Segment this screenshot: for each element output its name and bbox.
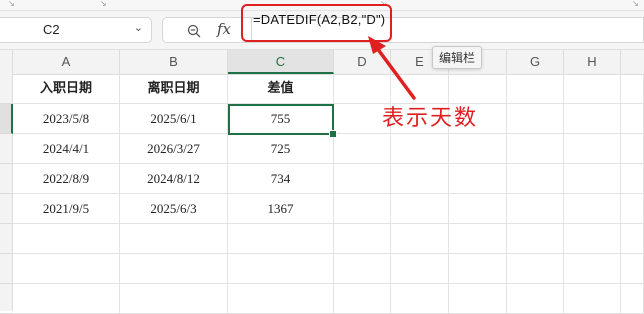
- empty-cell[interactable]: [564, 254, 621, 284]
- ribbon-expand-icon[interactable]: ↘: [632, 0, 639, 8]
- empty-cell[interactable]: [391, 224, 449, 254]
- row-header[interactable]: [0, 224, 13, 254]
- empty-cell[interactable]: [391, 194, 449, 224]
- empty-cell[interactable]: [564, 194, 621, 224]
- row-header[interactable]: [0, 74, 13, 104]
- row-header[interactable]: [0, 254, 13, 284]
- formula-tools: fx: [162, 17, 252, 43]
- column-header-g[interactable]: G: [507, 50, 564, 74]
- fill-handle[interactable]: [329, 130, 337, 138]
- table-cell[interactable]: 2022/8/9: [13, 164, 120, 194]
- empty-cell[interactable]: [449, 254, 507, 284]
- table-cell[interactable]: 2026/3/27: [120, 134, 228, 164]
- empty-cell[interactable]: [228, 284, 334, 314]
- empty-cell[interactable]: [391, 254, 449, 284]
- empty-cell[interactable]: [13, 284, 120, 314]
- empty-cell[interactable]: [449, 194, 507, 224]
- chevron-down-icon[interactable]: ⌄: [134, 21, 143, 34]
- cell-header[interactable]: 差值: [228, 74, 334, 104]
- table-cell[interactable]: 755: [228, 104, 334, 134]
- table-cell[interactable]: 2025/6/3: [120, 194, 228, 224]
- empty-cell[interactable]: [391, 134, 449, 164]
- cell-header[interactable]: 入职日期: [13, 74, 120, 104]
- empty-cell[interactable]: [564, 224, 621, 254]
- formula-bar-tooltip: 编辑栏: [432, 46, 483, 69]
- row-header[interactable]: [0, 134, 13, 164]
- empty-cell[interactable]: [507, 194, 564, 224]
- empty-cell[interactable]: [507, 104, 564, 134]
- empty-cell[interactable]: [13, 224, 120, 254]
- empty-cell[interactable]: [507, 164, 564, 194]
- row-header-column: [0, 74, 13, 314]
- empty-cell[interactable]: [564, 164, 621, 194]
- empty-cell[interactable]: [507, 134, 564, 164]
- empty-cell[interactable]: [13, 254, 120, 284]
- empty-cell[interactable]: [334, 164, 391, 194]
- empty-cell[interactable]: [449, 134, 507, 164]
- table-cell[interactable]: 1367: [228, 194, 334, 224]
- empty-cell[interactable]: [564, 284, 621, 314]
- empty-cell[interactable]: [621, 104, 644, 134]
- row-header[interactable]: [0, 284, 13, 314]
- empty-cell[interactable]: [391, 164, 449, 194]
- column-header-row: A B C D E F G H: [0, 50, 644, 75]
- column-header-a[interactable]: A: [13, 50, 120, 74]
- name-box[interactable]: C2 ⌄: [0, 17, 152, 43]
- empty-cell[interactable]: [564, 104, 621, 134]
- row-header[interactable]: [0, 104, 13, 134]
- annotation-arrow-icon: [368, 36, 416, 100]
- empty-cell[interactable]: [334, 194, 391, 224]
- empty-cell[interactable]: [334, 254, 391, 284]
- cell-header[interactable]: 离职日期: [120, 74, 228, 104]
- empty-cell[interactable]: [621, 164, 644, 194]
- column-header-b[interactable]: B: [120, 50, 228, 74]
- empty-cell[interactable]: [120, 224, 228, 254]
- empty-cell[interactable]: [120, 254, 228, 284]
- annotation-label: 表示天数: [382, 106, 479, 131]
- empty-cell[interactable]: [334, 284, 391, 314]
- row-header[interactable]: [0, 164, 13, 194]
- empty-cell[interactable]: [507, 254, 564, 284]
- ribbon-expand-icon[interactable]: ↘: [100, 0, 107, 8]
- table-cell[interactable]: 2021/9/5: [13, 194, 120, 224]
- empty-cell[interactable]: [564, 134, 621, 164]
- empty-cell[interactable]: [507, 284, 564, 314]
- table-cell[interactable]: 2023/5/8: [13, 104, 120, 134]
- empty-cell[interactable]: [449, 224, 507, 254]
- empty-cell[interactable]: [334, 224, 391, 254]
- empty-cell[interactable]: [564, 74, 621, 104]
- empty-cell[interactable]: [621, 254, 644, 284]
- empty-cell[interactable]: [228, 254, 334, 284]
- name-box-value: C2: [43, 22, 60, 37]
- empty-cell[interactable]: [391, 284, 449, 314]
- empty-cell[interactable]: [621, 194, 644, 224]
- empty-cell[interactable]: [621, 284, 644, 314]
- empty-cell[interactable]: [621, 134, 644, 164]
- table-cell[interactable]: 2024/4/1: [13, 134, 120, 164]
- empty-cell[interactable]: [449, 164, 507, 194]
- empty-cell[interactable]: [507, 224, 564, 254]
- table-cell[interactable]: 725: [228, 134, 334, 164]
- table-cell[interactable]: 2024/8/12: [120, 164, 228, 194]
- empty-cell[interactable]: [334, 134, 391, 164]
- empty-cell[interactable]: [228, 224, 334, 254]
- column-header-c[interactable]: C: [228, 50, 334, 74]
- ribbon-expand-icon[interactable]: ↘: [8, 0, 15, 8]
- empty-cell[interactable]: [621, 224, 644, 254]
- empty-cell[interactable]: [507, 74, 564, 104]
- empty-cell[interactable]: [621, 74, 644, 104]
- empty-cell[interactable]: [449, 284, 507, 314]
- fx-icon[interactable]: fx: [217, 20, 231, 38]
- table-cell[interactable]: 734: [228, 164, 334, 194]
- column-header-h[interactable]: H: [564, 50, 621, 74]
- select-all-corner[interactable]: [0, 50, 13, 74]
- empty-cell[interactable]: [120, 284, 228, 314]
- sheet-grid: 入职日期 离职日期 差值 2023/5/8 2025/6/1 755 2024/…: [13, 74, 644, 314]
- table-cell[interactable]: 2025/6/1: [120, 104, 228, 134]
- zoom-icon[interactable]: [187, 23, 201, 42]
- row-header[interactable]: [0, 194, 13, 224]
